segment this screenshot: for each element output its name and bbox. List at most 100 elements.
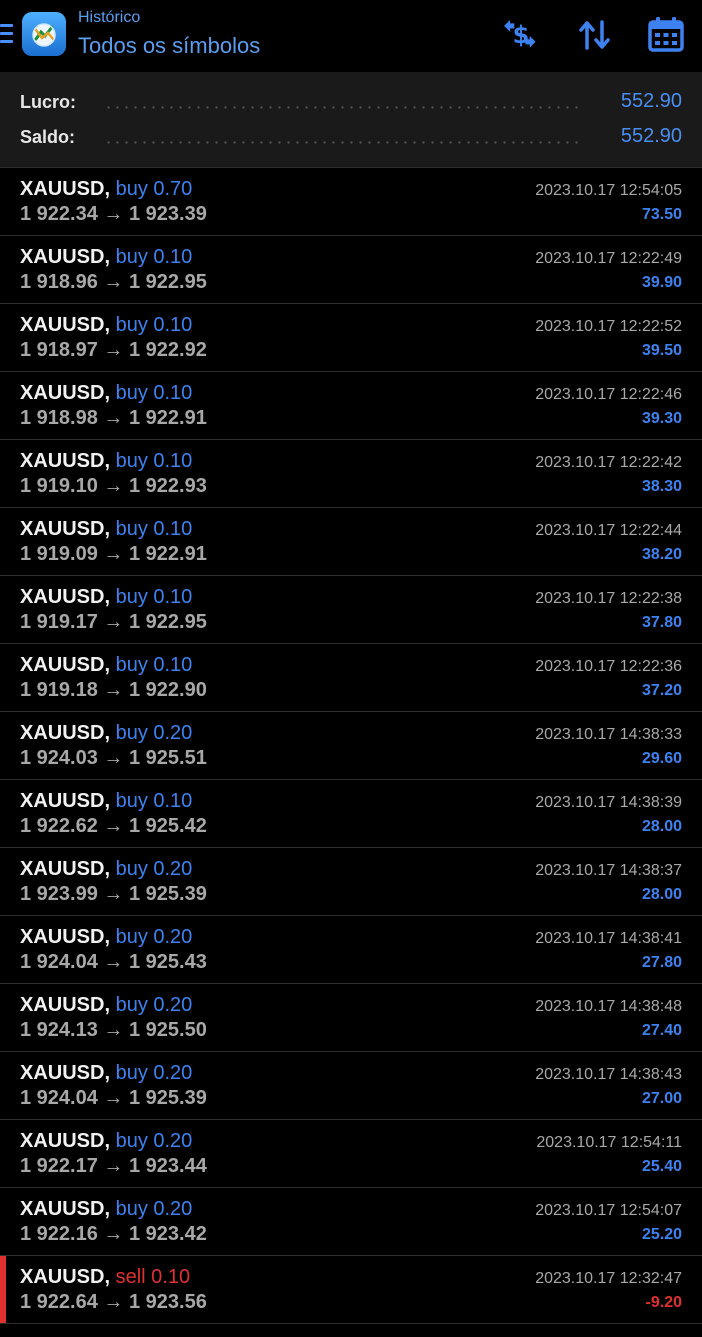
deal-type: buy 0.10 xyxy=(115,382,193,404)
deal-time: 2023.10.17 12:54:11 xyxy=(536,1134,682,1151)
sell-marker xyxy=(0,1256,6,1323)
deal-time: 2023.10.17 12:22:38 xyxy=(535,590,682,607)
deal-row[interactable]: XAUUSD, buy 0.10 1 918.97 → 1 922.92 202… xyxy=(0,303,702,371)
deal-profit: 27.40 xyxy=(641,1022,682,1039)
deal-row[interactable]: XAUUSD, buy 0.10 1 918.96 → 1 922.95 202… xyxy=(0,235,702,303)
deal-separator: , xyxy=(104,246,116,268)
deal-time: 2023.10.17 14:38:37 xyxy=(535,862,682,879)
deal-prices: 1 922.16 → 1 923.42 xyxy=(20,1223,207,1245)
deal-symbol: XAUUSD xyxy=(20,314,105,336)
deal-row[interactable]: XAUUSD, buy 0.20 1 924.04 → 1 925.43 202… xyxy=(0,915,702,983)
deal-time: 2023.10.17 12:22:44 xyxy=(535,522,682,539)
deal-profit: 38.30 xyxy=(641,478,682,495)
header-subtitle: Histórico xyxy=(78,9,141,26)
deal-symbol-line: XAUUSD, buy 0.20 xyxy=(20,1062,192,1085)
deal-row[interactable]: XAUUSD, buy 0.10 1 919.09 → 1 922.91 202… xyxy=(0,507,702,575)
row-marker xyxy=(0,508,6,575)
deal-separator: , xyxy=(104,1198,116,1220)
deal-time: 2023.10.17 12:54:07 xyxy=(535,1202,682,1219)
deal-row[interactable]: XAUUSD, buy 0.10 1 919.10 → 1 922.93 202… xyxy=(0,439,702,507)
deal-prices: 1 922.34 → 1 923.39 xyxy=(20,203,207,225)
deal-row[interactable]: XAUUSD, buy 0.20 1 924.13 → 1 925.50 202… xyxy=(0,983,702,1051)
deal-prices: 1 922.64 → 1 923.56 xyxy=(20,1291,207,1313)
deal-row[interactable]: XAUUSD, buy 0.20 1 924.04 → 1 925.39 202… xyxy=(0,1051,702,1119)
deal-profit: 38.20 xyxy=(641,546,682,563)
row-marker xyxy=(0,984,6,1051)
deal-symbol-line: XAUUSD, buy 0.10 xyxy=(20,790,192,813)
deal-symbol-line: XAUUSD, buy 0.70 xyxy=(20,178,192,201)
currency-swap-icon[interactable]: $ xyxy=(500,14,542,56)
deal-prices: 1 923.99 → 1 925.39 xyxy=(20,883,207,905)
deal-prices: 1 924.03 → 1 925.51 xyxy=(20,747,207,769)
deal-prices: 1 924.04 → 1 925.39 xyxy=(20,1087,207,1109)
deal-symbol: XAUUSD xyxy=(20,1266,105,1288)
sort-arrows-icon[interactable] xyxy=(574,14,616,56)
row-marker xyxy=(0,440,6,507)
deal-separator: , xyxy=(104,722,116,744)
deal-row[interactable]: XAUUSD, buy 0.10 1 918.98 → 1 922.91 202… xyxy=(0,371,702,439)
deal-prices: 1 918.96 → 1 922.95 xyxy=(20,271,207,293)
deal-row[interactable]: XAUUSD, buy 0.10 1 919.18 → 1 922.90 202… xyxy=(0,643,702,711)
metatrader-logo-icon[interactable] xyxy=(22,12,66,56)
deal-prices: 1 919.17 → 1 922.95 xyxy=(20,611,207,633)
deal-separator: , xyxy=(104,858,116,880)
deal-prices: 1 922.62 → 1 925.42 xyxy=(20,815,207,837)
deal-time: 2023.10.17 12:22:36 xyxy=(535,658,682,675)
row-marker xyxy=(0,576,6,643)
deal-time: 2023.10.17 14:38:43 xyxy=(535,1066,682,1083)
deal-type: buy 0.10 xyxy=(115,586,193,608)
dotted-leader xyxy=(104,106,584,109)
deal-type: buy 0.10 xyxy=(115,654,193,676)
deal-profit: 39.90 xyxy=(641,274,682,291)
deal-row[interactable]: XAUUSD, buy 0.20 1 923.99 → 1 925.39 202… xyxy=(0,847,702,915)
deal-prices: 1 922.17 → 1 923.44 xyxy=(20,1155,207,1177)
deal-row[interactable]: XAUUSD, buy 0.20 1 922.16 → 1 923.42 202… xyxy=(0,1187,702,1255)
deal-profit: 28.00 xyxy=(641,886,682,903)
row-marker xyxy=(0,168,6,235)
deal-type: sell 0.10 xyxy=(115,1266,191,1288)
deal-separator: , xyxy=(104,654,116,676)
history-screen: Histórico Todos os símbolos $ Lucro: 552… xyxy=(0,0,702,1337)
deal-profit: 27.00 xyxy=(641,1090,682,1107)
deal-prices: 1 924.13 → 1 925.50 xyxy=(20,1019,207,1041)
deal-separator: , xyxy=(104,178,116,200)
row-marker xyxy=(0,712,6,779)
deal-prices: 1 919.09 → 1 922.91 xyxy=(20,543,207,565)
deal-type: buy 0.20 xyxy=(115,858,193,880)
top-app-bar: Histórico Todos os símbolos $ xyxy=(0,0,702,72)
deal-symbol-line: XAUUSD, buy 0.20 xyxy=(20,1198,192,1221)
deal-symbol: XAUUSD xyxy=(20,858,105,880)
profit-row: Lucro: 552.90 xyxy=(20,90,682,116)
deal-row[interactable]: XAUUSD, buy 0.70 1 922.34 → 1 923.39 202… xyxy=(0,167,702,235)
calendar-icon[interactable] xyxy=(645,14,687,56)
deal-time: 2023.10.17 12:22:42 xyxy=(535,454,682,471)
deal-separator: , xyxy=(104,382,116,404)
row-marker xyxy=(0,848,6,915)
deal-type: buy 0.20 xyxy=(115,1198,193,1220)
deal-separator: , xyxy=(104,586,116,608)
deal-type: buy 0.20 xyxy=(115,994,193,1016)
deal-time: 2023.10.17 14:38:39 xyxy=(535,794,682,811)
deal-time: 2023.10.17 14:38:41 xyxy=(535,930,682,947)
deal-symbol-line: XAUUSD, buy 0.20 xyxy=(20,994,192,1017)
deal-prices: 1 918.98 → 1 922.91 xyxy=(20,407,207,429)
deal-symbol: XAUUSD xyxy=(20,926,105,948)
deal-profit: 25.40 xyxy=(641,1158,682,1175)
deal-symbol-line: XAUUSD, buy 0.10 xyxy=(20,518,192,541)
deal-profit: 73.50 xyxy=(641,206,682,223)
deal-row[interactable]: XAUUSD, buy 0.20 1 924.03 → 1 925.51 202… xyxy=(0,711,702,779)
deal-profit: 37.20 xyxy=(641,682,682,699)
deal-profit: 28.00 xyxy=(641,818,682,835)
deal-row[interactable]: XAUUSD, buy 0.20 1 922.17 → 1 923.44 202… xyxy=(0,1119,702,1187)
deal-row[interactable]: XAUUSD, sell 0.10 1 922.64 → 1 923.56 20… xyxy=(0,1255,702,1323)
deal-type: buy 0.20 xyxy=(115,722,193,744)
deal-row[interactable]: XAUUSD, buy 0.10 1 919.17 → 1 922.95 202… xyxy=(0,575,702,643)
deal-symbol: XAUUSD xyxy=(20,586,105,608)
deal-time: 2023.10.17 12:22:49 xyxy=(535,250,682,267)
row-marker xyxy=(0,1052,6,1119)
deal-prices: 1 919.18 → 1 922.90 xyxy=(20,679,207,701)
header-title[interactable]: Todos os símbolos xyxy=(78,33,260,59)
hamburger-menu-icon[interactable] xyxy=(0,24,14,46)
deal-row[interactable]: XAUUSD, buy 0.10 1 922.62 → 1 925.42 202… xyxy=(0,779,702,847)
deal-type: buy 0.10 xyxy=(115,790,193,812)
